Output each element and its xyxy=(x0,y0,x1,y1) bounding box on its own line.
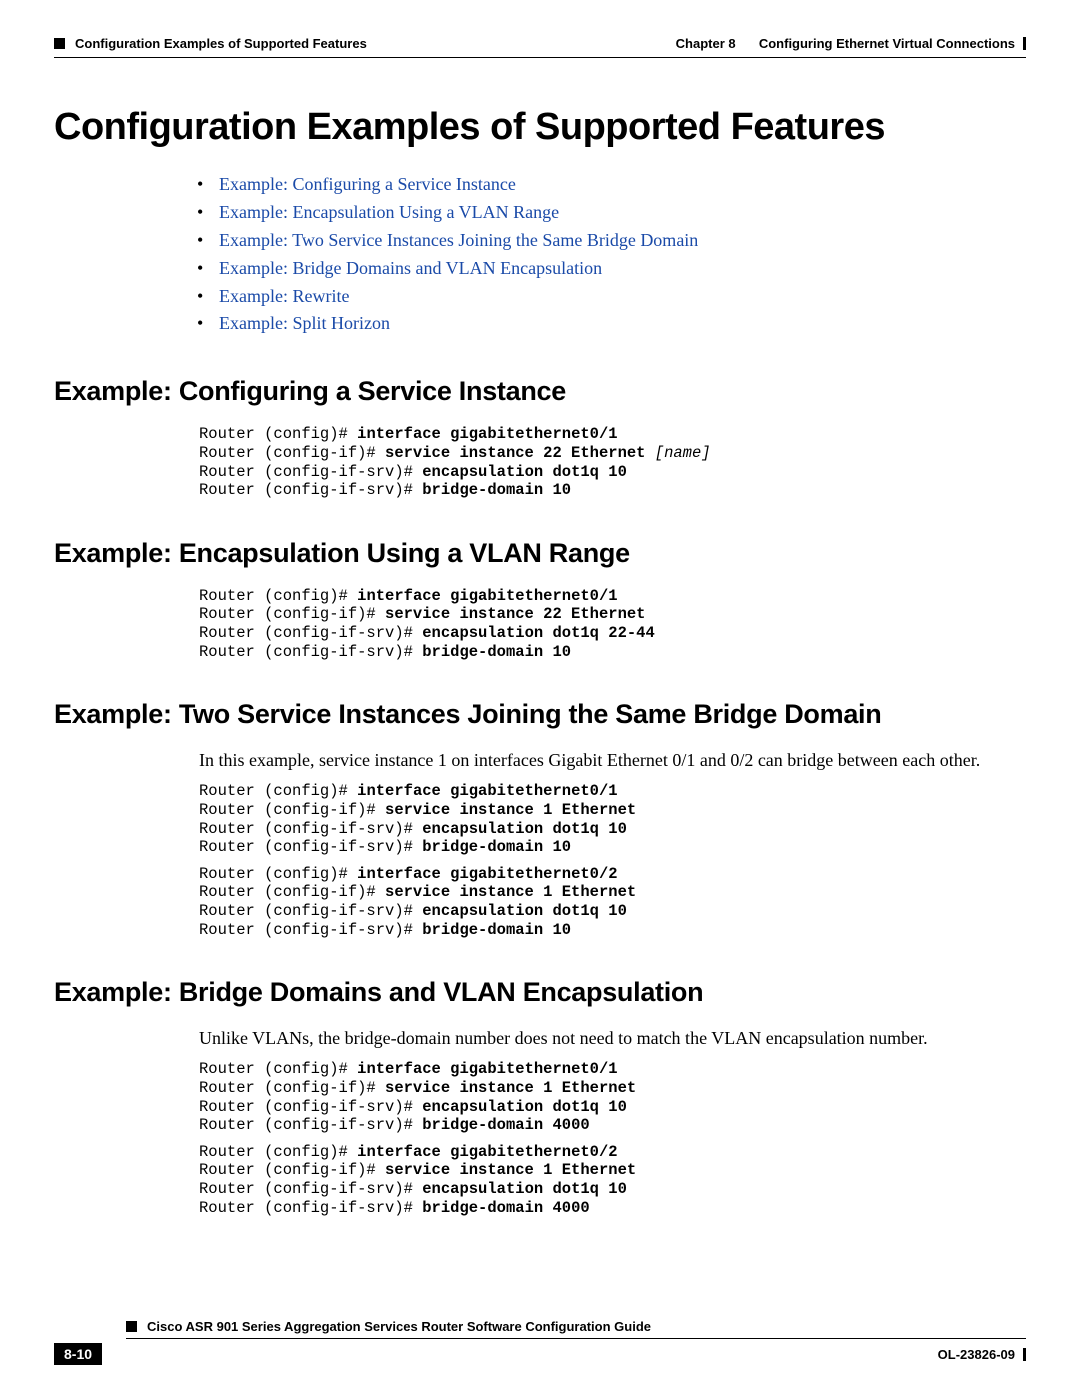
toc-item: Example: Bridge Domains and VLAN Encapsu… xyxy=(219,255,1026,283)
code-block: Router (config)# interface gigabitethern… xyxy=(199,865,1026,939)
doc-number: OL-23826-09 xyxy=(938,1347,1026,1362)
code-block: Router (config)# interface gigabitethern… xyxy=(199,1060,1026,1134)
toc-link-split-horizon[interactable]: Example: Split Horizon xyxy=(219,313,390,333)
code-block: Router (config)# interface gigabitethern… xyxy=(199,425,1026,499)
toc-item: Example: Encapsulation Using a VLAN Rang… xyxy=(219,199,1026,227)
toc-item: Example: Split Horizon xyxy=(219,310,1026,338)
vertical-bar-icon xyxy=(1023,1348,1026,1361)
header-right: Chapter 8 Configuring Ethernet Virtual C… xyxy=(676,36,1026,51)
toc-list: Example: Configuring a Service Instance … xyxy=(54,171,1026,338)
header-left: Configuration Examples of Supported Feat… xyxy=(54,36,367,51)
footer-book-title: Cisco ASR 901 Series Aggregation Service… xyxy=(147,1319,651,1334)
page-footer: Cisco ASR 901 Series Aggregation Service… xyxy=(54,1319,1026,1365)
footer-rule xyxy=(126,1338,1026,1339)
page-title: Configuration Examples of Supported Feat… xyxy=(54,106,1026,149)
toc-link-service-instance[interactable]: Example: Configuring a Service Instance xyxy=(219,174,516,194)
section-intro: In this example, service instance 1 on i… xyxy=(199,748,1026,772)
chapter-title: Configuring Ethernet Virtual Connections xyxy=(759,36,1015,51)
running-section: Configuration Examples of Supported Feat… xyxy=(75,36,367,51)
code-block: Router (config)# interface gigabitethern… xyxy=(199,1143,1026,1217)
chapter-label: Chapter 8 xyxy=(676,36,736,51)
heading-bridge-domains: Example: Bridge Domains and VLAN Encapsu… xyxy=(54,977,1026,1008)
header-rule xyxy=(54,57,1026,58)
toc-link-bridge-domains[interactable]: Example: Bridge Domains and VLAN Encapsu… xyxy=(219,258,602,278)
toc-item: Example: Configuring a Service Instance xyxy=(219,171,1026,199)
square-bullet-icon xyxy=(126,1321,137,1332)
page-number: 8-10 xyxy=(54,1343,102,1365)
code-block: Router (config)# interface gigabitethern… xyxy=(199,587,1026,661)
heading-two-instances: Example: Two Service Instances Joining t… xyxy=(54,699,1026,730)
page-header: Configuration Examples of Supported Feat… xyxy=(54,36,1026,51)
code-block: Router (config)# interface gigabitethern… xyxy=(199,782,1026,856)
doc-number-text: OL-23826-09 xyxy=(938,1347,1015,1362)
toc-item: Example: Rewrite xyxy=(219,283,1026,311)
toc-link-two-instances[interactable]: Example: Two Service Instances Joining t… xyxy=(219,230,698,250)
toc-link-rewrite[interactable]: Example: Rewrite xyxy=(219,286,349,306)
vertical-bar-icon xyxy=(1023,37,1026,50)
square-bullet-icon xyxy=(54,38,65,49)
heading-service-instance: Example: Configuring a Service Instance xyxy=(54,376,1026,407)
toc-link-vlan-range[interactable]: Example: Encapsulation Using a VLAN Rang… xyxy=(219,202,559,222)
section-intro: Unlike VLANs, the bridge-domain number d… xyxy=(199,1026,1026,1050)
toc-item: Example: Two Service Instances Joining t… xyxy=(219,227,1026,255)
heading-vlan-range: Example: Encapsulation Using a VLAN Rang… xyxy=(54,538,1026,569)
